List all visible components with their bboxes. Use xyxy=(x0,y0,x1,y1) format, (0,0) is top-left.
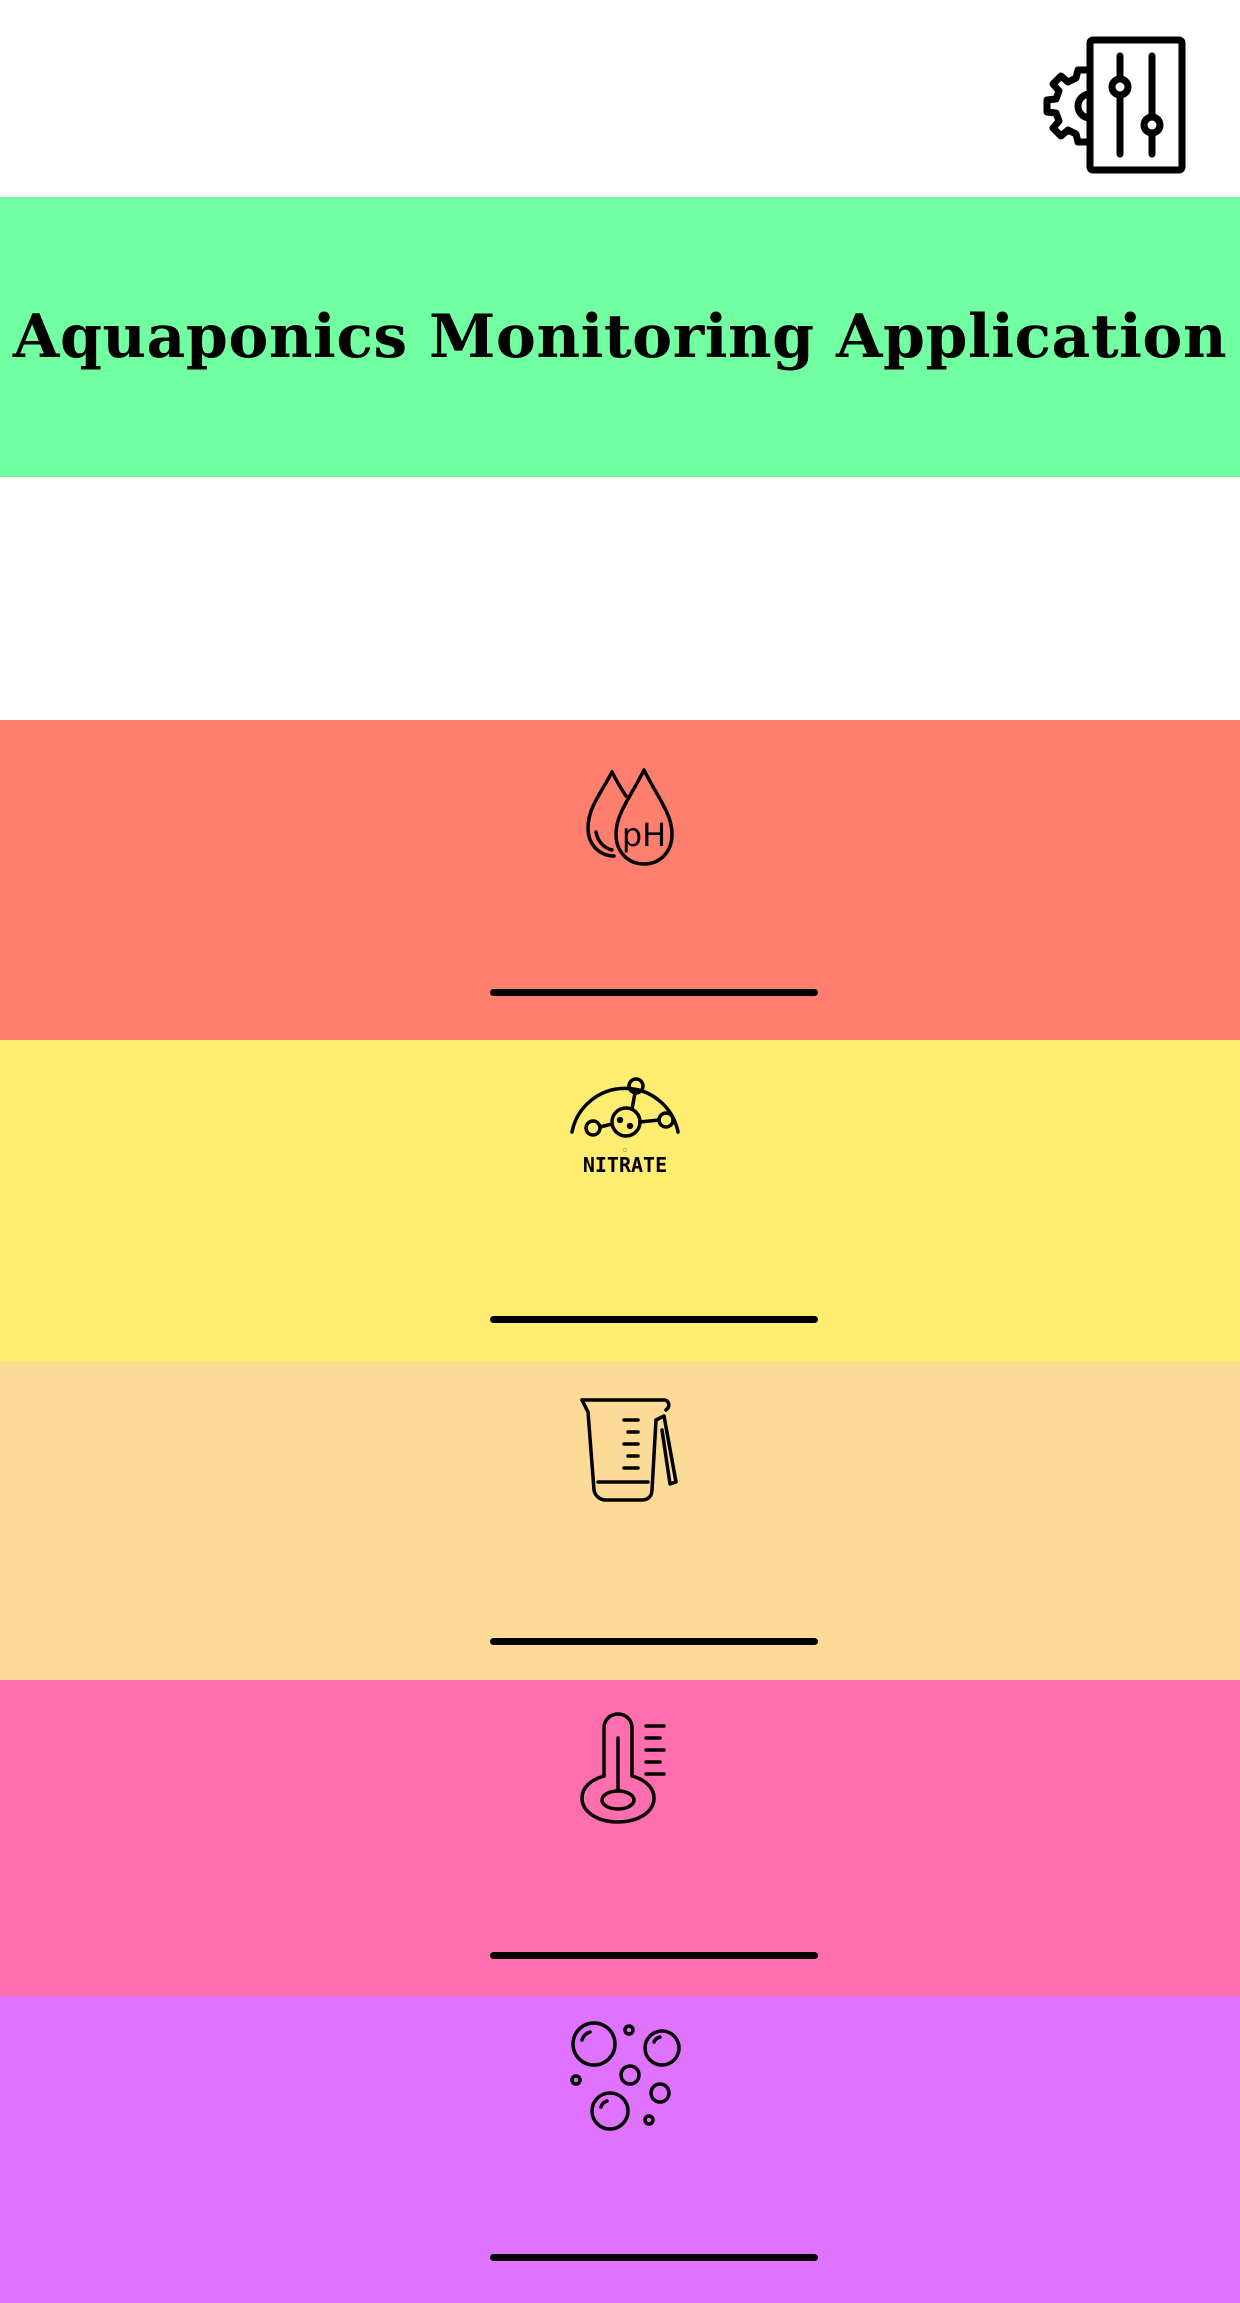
nitrate-panel: NITRATE xyxy=(0,1040,1240,1362)
water-level-value-line xyxy=(490,1638,818,1645)
dissolved-oxygen-panel xyxy=(0,1996,1240,2303)
temperature-panel xyxy=(0,1680,1240,1996)
thermometer-icon xyxy=(560,1708,690,1828)
ph-icon-label: pH xyxy=(622,816,666,854)
nitrate-value-line xyxy=(490,1316,818,1323)
app-header: Aquaponics Monitoring Application xyxy=(0,197,1240,477)
settings-sliders-gear-icon xyxy=(1043,36,1186,174)
settings-button[interactable] xyxy=(1030,30,1195,180)
dissolved-oxygen-value-line xyxy=(490,2254,818,2261)
bubbles-icon xyxy=(560,2018,690,2138)
ph-drops-icon: pH xyxy=(560,750,690,870)
nitrate-molecule-icon: NITRATE xyxy=(560,1062,690,1182)
app-title: Aquaponics Monitoring Application xyxy=(12,302,1228,372)
spacer xyxy=(0,477,1240,720)
water-level-panel xyxy=(0,1362,1240,1680)
measuring-cup-icon xyxy=(560,1390,690,1510)
top-bar xyxy=(0,0,1240,197)
nitrate-icon-label: NITRATE xyxy=(583,1153,667,1177)
temperature-value-line xyxy=(490,1952,818,1959)
ph-panel: pH xyxy=(0,720,1240,1040)
ph-value-line xyxy=(490,989,818,996)
